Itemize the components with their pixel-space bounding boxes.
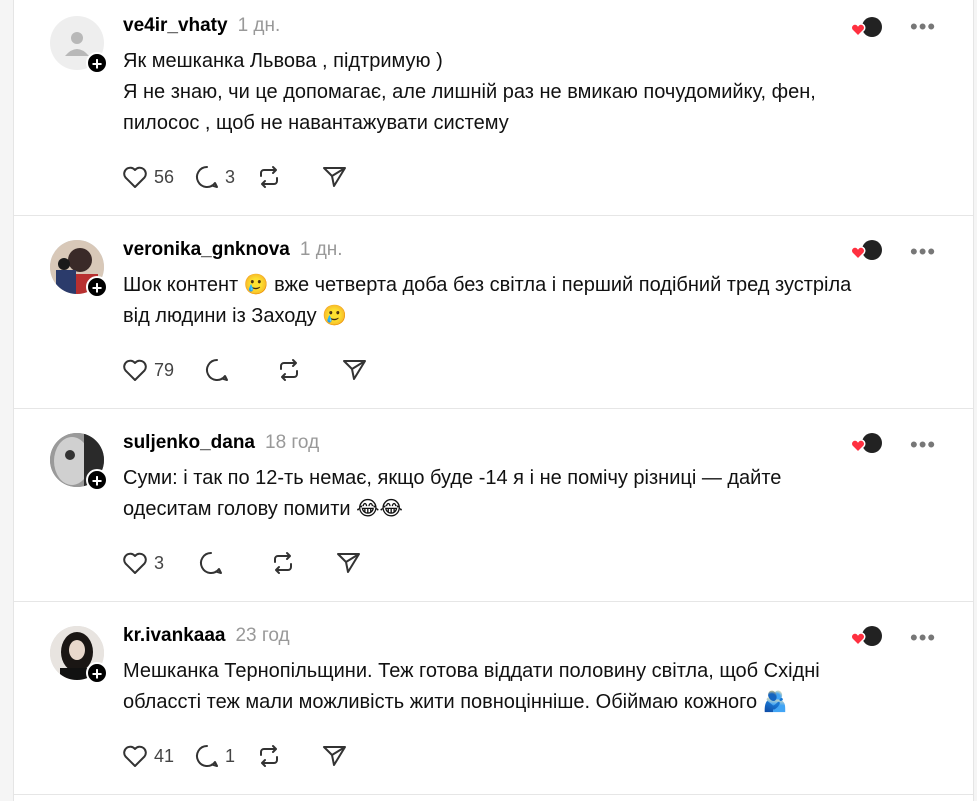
liked-by-avatars[interactable] (848, 625, 884, 649)
post-text-line: від людини із Заходу 🥲 (123, 305, 348, 327)
like-count: 56 (154, 166, 175, 187)
avatar-wrapper[interactable]: + (50, 626, 108, 684)
username[interactable]: veronika_gnknova (123, 239, 290, 261)
like-button[interactable]: 56 (121, 164, 174, 190)
like-button[interactable]: 3 (121, 550, 164, 576)
repost-button[interactable] (255, 743, 283, 769)
send-icon (323, 167, 347, 187)
post-header: suljenko_dana 18 год (123, 432, 319, 454)
more-icon[interactable]: ••• (910, 625, 936, 651)
comment-icon (200, 552, 223, 574)
timestamp[interactable]: 18 год (265, 432, 319, 454)
like-count: 79 (154, 359, 175, 380)
reply-count: 1 (225, 745, 236, 766)
more-icon[interactable]: ••• (910, 14, 936, 40)
post: + kr.ivankaaa 23 год ••• Мешканка Терноп… (14, 601, 973, 795)
post-text-line: Я не знаю, чи це допомагає, але лишній р… (123, 81, 816, 103)
comment-icon (196, 745, 219, 767)
post-header: ve4ir_vhaty 1 дн. (123, 15, 280, 37)
post: + ve4ir_vhaty 1 дн. ••• Як мешканка Льво… (14, 0, 973, 216)
post-text-line: Шок контент 🥲 вже четверта доба без світ… (123, 274, 852, 296)
reply-button[interactable]: 3 (194, 164, 235, 190)
post: + veronika_gnknova 1 дн. ••• Шок контент… (14, 215, 973, 409)
heart-icon (123, 745, 147, 767)
heart-icon (123, 552, 147, 574)
repost-icon (274, 552, 293, 574)
post-text: Як мешканка Львова , підтримую ) Я не зн… (123, 46, 943, 139)
repost-icon (260, 745, 279, 767)
send-icon (337, 553, 361, 573)
post-text: Мешканка Тернопільщини. Теж готова відда… (123, 656, 943, 718)
repost-button[interactable] (275, 357, 303, 383)
reply-button[interactable] (204, 357, 235, 383)
repost-button[interactable] (269, 550, 297, 576)
action-bar: 56 3 (121, 162, 369, 192)
follow-plus-icon[interactable]: + (86, 662, 108, 684)
follow-plus-icon[interactable]: + (86, 52, 108, 74)
timestamp[interactable]: 23 год (235, 625, 289, 647)
heart-icon (123, 166, 147, 188)
repost-icon (260, 166, 279, 188)
avatar-wrapper[interactable]: + (50, 433, 108, 491)
reply-button[interactable]: 1 (194, 743, 235, 769)
username[interactable]: suljenko_dana (123, 432, 255, 454)
like-count: 41 (154, 745, 175, 766)
post-text-line: Суми: і так по 12-ть немає, якщо буде -1… (123, 467, 782, 489)
share-button[interactable] (341, 357, 369, 383)
liked-by-avatars[interactable] (848, 432, 884, 456)
post-header: veronika_gnknova 1 дн. (123, 239, 343, 261)
avatar-wrapper[interactable]: + (50, 240, 108, 298)
repost-button[interactable] (255, 164, 283, 190)
action-bar: 41 1 (121, 741, 369, 771)
share-button[interactable] (335, 550, 363, 576)
follow-plus-icon[interactable]: + (86, 469, 108, 491)
more-icon[interactable]: ••• (910, 432, 936, 458)
share-button[interactable] (321, 743, 349, 769)
avatar-wrapper[interactable]: + (50, 16, 108, 74)
like-button[interactable]: 79 (121, 357, 174, 383)
timestamp[interactable]: 1 дн. (300, 239, 343, 261)
username[interactable]: ve4ir_vhaty (123, 15, 228, 37)
post-text: Шок контент 🥲 вже четверта доба без світ… (123, 270, 943, 332)
action-bar: 79 (121, 355, 389, 385)
heart-icon (123, 359, 147, 381)
reply-count: 3 (225, 166, 236, 187)
post-header: kr.ivankaaa 23 год (123, 625, 290, 647)
post-text-line: Як мешканка Львова , підтримую ) (123, 50, 443, 72)
comment-icon (206, 359, 229, 381)
repost-icon (280, 359, 299, 381)
liked-by-avatars[interactable] (848, 239, 884, 263)
like-button[interactable]: 41 (121, 743, 174, 769)
post-text: Суми: і так по 12-ть немає, якщо буде -1… (123, 463, 943, 525)
more-icon[interactable]: ••• (910, 239, 936, 265)
post-text-line: Мешканка Тернопільщини. Теж готова відда… (123, 660, 820, 682)
liked-by-avatars[interactable] (848, 16, 884, 40)
thread-feed: + ve4ir_vhaty 1 дн. ••• Як мешканка Льво… (13, 0, 974, 801)
like-count: 3 (154, 552, 165, 573)
post-text-line: одеситам голову помити 😂😂 (123, 498, 403, 520)
post-text-line: пилосос , щоб не навантажувати систему (123, 112, 509, 134)
comment-icon (196, 166, 219, 188)
share-button[interactable] (321, 164, 349, 190)
follow-plus-icon[interactable]: + (86, 276, 108, 298)
username[interactable]: kr.ivankaaa (123, 625, 225, 647)
send-icon (343, 360, 367, 380)
send-icon (323, 746, 347, 766)
action-bar: 3 (121, 548, 383, 578)
reply-button[interactable] (198, 550, 229, 576)
post: + suljenko_dana 18 год ••• Суми: і так п… (14, 408, 973, 602)
timestamp[interactable]: 1 дн. (238, 15, 281, 37)
post-text-line: облассті теж мали можливість жити повноц… (123, 691, 788, 713)
